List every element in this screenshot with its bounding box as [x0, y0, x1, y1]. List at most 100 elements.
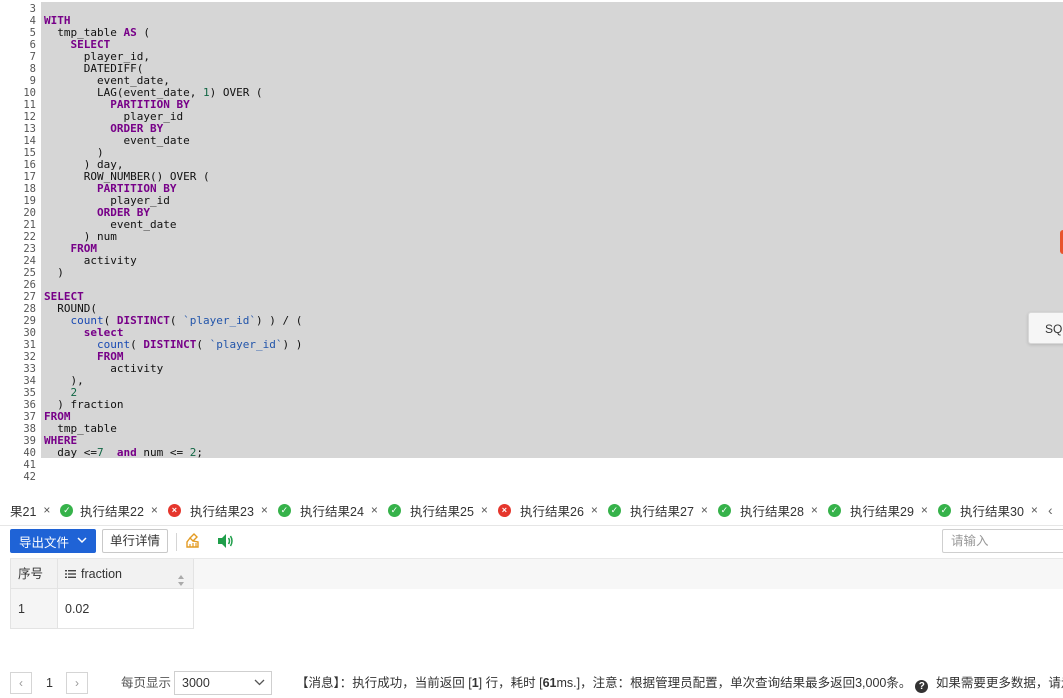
line-number: 41 [23, 459, 36, 471]
line-number: 24 [23, 255, 36, 267]
success-check-icon: ✓ [827, 503, 841, 517]
line-number: 6 [29, 39, 36, 51]
line-number: 10 [23, 87, 36, 99]
close-icon[interactable]: × [151, 503, 158, 517]
success-check-icon: ✓ [60, 503, 74, 517]
row-detail-button[interactable]: 单行详情 [102, 529, 168, 553]
code-line[interactable]: day <=7 and num <= 2; [44, 447, 203, 459]
line-number: 3 [29, 3, 36, 15]
result-tab[interactable]: 执行结果27 × ✓ [630, 497, 731, 523]
column-header-fraction[interactable]: fraction [58, 559, 194, 589]
line-number: 40 [23, 447, 36, 459]
line-number: 12 [23, 111, 36, 123]
success-check-icon: ✓ [387, 503, 401, 517]
result-search-input[interactable]: 请输入 [942, 529, 1063, 553]
close-icon[interactable]: × [481, 503, 488, 517]
line-number: 20 [23, 207, 36, 219]
line-number: 31 [23, 339, 36, 351]
result-tab[interactable]: 执行结果23 × ✓ [190, 497, 291, 523]
success-check-icon: ✓ [277, 503, 291, 517]
line-number: 32 [23, 351, 36, 363]
line-number: 27 [23, 291, 36, 303]
result-tab-label: 执行结果30 [960, 504, 1024, 519]
line-number: 39 [23, 435, 36, 447]
close-icon[interactable]: × [811, 503, 818, 517]
help-icon[interactable]: ? [915, 680, 929, 693]
per-page-select[interactable]: 3000 [174, 671, 272, 695]
line-number: 25 [23, 267, 36, 279]
result-tab-label: 执行结果25 [410, 504, 474, 519]
line-number: 35 [23, 387, 36, 399]
line-number: 37 [23, 411, 36, 423]
broom-icon[interactable] [184, 532, 202, 550]
sort-icon[interactable] [177, 568, 185, 586]
column-header-index[interactable]: 序号 [10, 559, 58, 589]
line-number: 15 [23, 147, 36, 159]
close-icon[interactable]: × [1031, 503, 1038, 517]
close-icon[interactable]: × [43, 503, 50, 517]
line-number: 29 [23, 315, 36, 327]
result-grid: 序号 fraction 1 0.02 [10, 558, 1063, 666]
sql-editor[interactable]: 3 4 5 6 7 8 9 10 11 12 13 14 15 16 17 18 19 20 21 22 23 24 25 2… [0, 0, 1063, 486]
result-tab[interactable]: 执行结果30 × [960, 497, 1038, 523]
result-tab-label: 执行结果24 [300, 504, 364, 519]
result-tab-label: 果21 [10, 504, 37, 519]
fraction-cell[interactable]: 0.02 [58, 589, 194, 629]
prev-page-button[interactable]: ‹ [10, 672, 32, 694]
close-icon[interactable]: × [701, 503, 708, 517]
close-icon[interactable]: × [591, 503, 598, 517]
line-number: 11 [23, 99, 36, 111]
line-number: 19 [23, 195, 36, 207]
line-number: 16 [23, 159, 36, 171]
speaker-icon[interactable] [216, 532, 234, 550]
result-tab[interactable]: 执行结果28 × ✓ [740, 497, 841, 523]
success-check-icon: ✓ [937, 503, 951, 517]
pagination-footer: ‹ 1 › 每页显示 3000 【消息】：执行成功，当前返回 [1] 行，耗时 … [0, 668, 1063, 698]
result-tabs: ‹ 果21 × ✓ 执行结果22 × × 执行结果23 × ✓ 执行结果24 × ✓ 执行结果25 × × 执… [0, 497, 1063, 526]
column-header-fraction-label: fraction [81, 567, 122, 581]
line-number: 4 [29, 15, 36, 27]
line-number-gutter: 3 4 5 6 7 8 9 10 11 12 13 14 15 16 17 18 19 20 21 22 23 24 25 2… [0, 0, 40, 486]
line-number: 13 [23, 123, 36, 135]
code-line[interactable]: ) [44, 267, 64, 279]
error-x-icon: × [497, 503, 511, 517]
line-number: 34 [23, 375, 36, 387]
text-selection [41, 2, 1063, 458]
list-icon [65, 560, 76, 590]
result-tab-label: 执行结果23 [190, 504, 254, 519]
toolbar-divider [176, 533, 177, 551]
line-number: 42 [23, 471, 36, 483]
export-file-button[interactable]: 导出文件 [10, 529, 96, 553]
result-tab-label: 执行结果22 [80, 504, 144, 519]
result-tab[interactable]: 果21 × ✓ [10, 497, 74, 523]
close-icon[interactable]: × [261, 503, 268, 517]
result-tab-label: 执行结果26 [520, 504, 584, 519]
tabs-scroll-left-icon[interactable]: ‹ [1048, 502, 1053, 518]
chevron-down-icon [77, 536, 87, 547]
per-page-label: 每页显示 [121, 676, 172, 690]
result-tab[interactable]: 执行结果24 × ✓ [300, 497, 401, 523]
result-tab[interactable]: 执行结果22 × × [80, 497, 181, 523]
line-number: 26 [23, 279, 36, 291]
next-page-button[interactable]: › [66, 672, 88, 694]
row-index-cell: 1 [10, 589, 58, 629]
close-icon[interactable]: × [371, 503, 378, 517]
line-number: 28 [23, 303, 36, 315]
line-number: 30 [23, 327, 36, 339]
result-tab-label: 执行结果28 [740, 504, 804, 519]
result-tab[interactable]: 执行结果26 × ✓ [520, 497, 621, 523]
result-tab[interactable]: 执行结果29 × ✓ [850, 497, 951, 523]
line-number: 14 [23, 135, 36, 147]
line-number: 23 [23, 243, 36, 255]
export-file-label: 导出文件 [19, 535, 70, 550]
result-tab-label: 执行结果29 [850, 504, 914, 519]
status-message: 【消息】：执行成功，当前返回 [1] 行，耗时 [61ms.]，注意：根据管理员… [296, 676, 1063, 693]
close-icon[interactable]: × [921, 503, 928, 517]
line-number: 18 [23, 183, 36, 195]
line-number: 33 [23, 363, 36, 375]
side-panel-tab[interactable]: SQ [1028, 312, 1063, 344]
error-x-icon: × [167, 503, 181, 517]
result-tab-label: 执行结果27 [630, 504, 694, 519]
line-number: 17 [23, 171, 36, 183]
result-tab[interactable]: 执行结果25 × × [410, 497, 511, 523]
